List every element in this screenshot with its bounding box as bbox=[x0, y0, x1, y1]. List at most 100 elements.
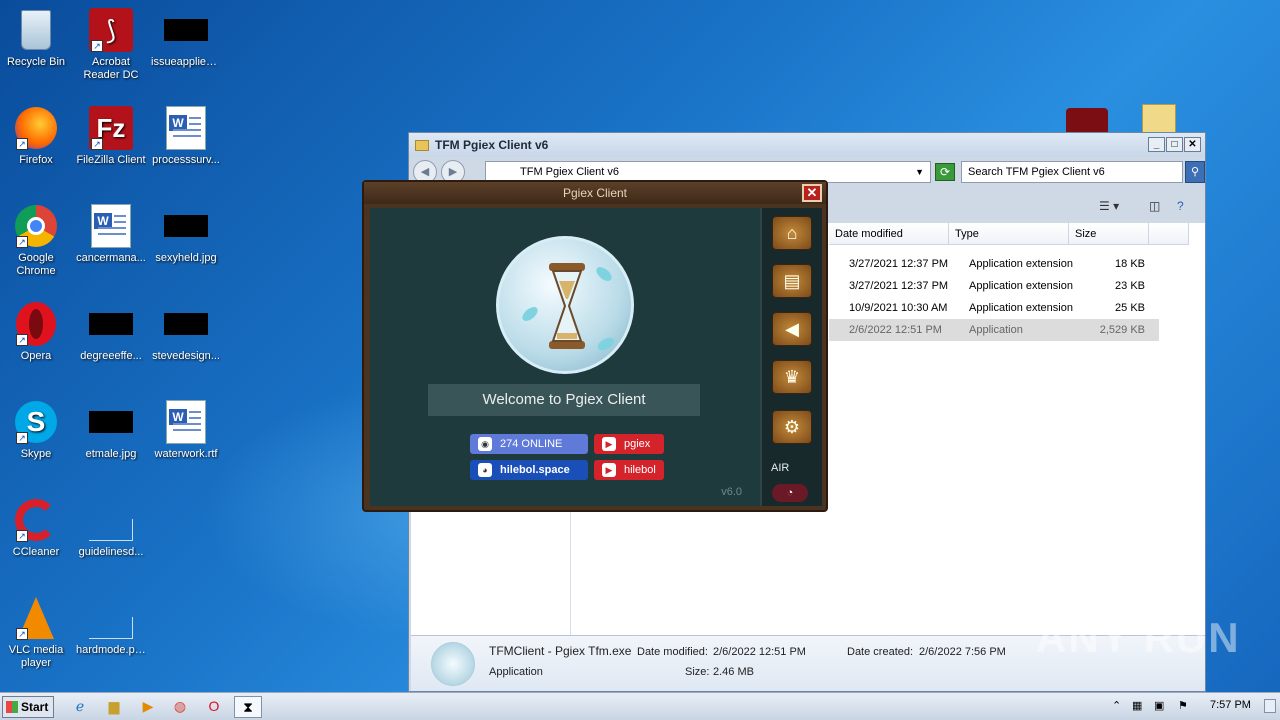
desktop-icon-filezilla[interactable]: Fz ↗ FileZilla Client bbox=[76, 106, 146, 167]
image-file-icon bbox=[164, 204, 208, 248]
youtube-pgiex-label: pgiex bbox=[624, 438, 651, 450]
window-controls: _ □ ✕ bbox=[1148, 137, 1201, 152]
book-icon[interactable]: ▤ bbox=[772, 264, 812, 298]
preview-pane-icon[interactable]: ◫ bbox=[1149, 199, 1160, 213]
desktop-icon-issueapplied[interactable]: issueapplied... bbox=[151, 8, 221, 69]
desktop-icon-guidelinesd[interactable]: guidelinesd... bbox=[76, 498, 146, 559]
column-type[interactable]: Type bbox=[949, 223, 1069, 245]
table-row-selected[interactable]: 2/6/2022 12:51 PM Application 2,529 KB bbox=[829, 319, 1159, 341]
view-options-icon[interactable]: ☰ ▾ bbox=[1099, 199, 1119, 213]
power-icon[interactable]: ▣ bbox=[1154, 699, 1164, 712]
cell-date: 10/9/2021 10:30 AM bbox=[849, 302, 948, 314]
folder-icon bbox=[415, 139, 429, 151]
column-date-modified[interactable]: Date modified bbox=[829, 223, 949, 245]
search-input[interactable]: Search TFM Pgiex Client v6 bbox=[961, 161, 1183, 183]
clock[interactable]: 7:57 PM bbox=[1210, 699, 1251, 711]
refresh-button[interactable]: ⟳ bbox=[935, 163, 955, 181]
desktop-icon-degreeeffe[interactable]: degreeeffe... bbox=[76, 302, 146, 363]
desktop-icon-label: cancermana... bbox=[76, 252, 146, 264]
close-button[interactable]: ✕ bbox=[802, 184, 822, 202]
chrome-taskbar-icon[interactable]: ◍ bbox=[166, 696, 194, 718]
cell-type: Application bbox=[969, 324, 1023, 336]
desktop-icon-vlc[interactable]: ↗ VLC media player bbox=[1, 596, 71, 670]
gear-icon[interactable]: ⚙ bbox=[772, 410, 812, 444]
desktop-icon-skype[interactable]: S ↗ Skype bbox=[1, 400, 71, 461]
desktop-icon-processsurv[interactable]: W processsurv... bbox=[151, 106, 221, 167]
details-created-label: Date created: bbox=[847, 646, 914, 658]
shortcut-arrow-icon: ↗ bbox=[16, 236, 28, 248]
search-icon[interactable]: ⚲ bbox=[1185, 161, 1205, 183]
media-player-taskbar-icon[interactable]: ▶ bbox=[134, 696, 162, 718]
desktop-icon-stevedesign[interactable]: stevedesign... bbox=[151, 302, 221, 363]
hourglass-logo bbox=[496, 236, 634, 374]
desktop-icon-hardmode[interactable]: hardmode.png bbox=[76, 596, 146, 657]
desktop-icon-waterwork[interactable]: W waterwork.rtf bbox=[151, 400, 221, 461]
start-button[interactable]: Start bbox=[2, 696, 54, 718]
desktop-icon-cancermana[interactable]: W cancermana... bbox=[76, 204, 146, 265]
explorer-taskbar-icon[interactable]: ▆ bbox=[100, 696, 128, 718]
pgiex-client-window[interactable]: Pgiex Client ✕ Welcome to Pgiex Client ◉… bbox=[362, 180, 828, 512]
close-button[interactable]: ✕ bbox=[1184, 137, 1201, 152]
website-button[interactable]: ◕ hilebol.space bbox=[470, 460, 588, 480]
details-filename: TFMClient - Pgiex Tfm.exe bbox=[489, 644, 632, 658]
shortcut-arrow-icon: ↗ bbox=[91, 138, 103, 150]
desktop-icon-chrome[interactable]: ↗ Google Chrome bbox=[1, 204, 71, 278]
desktop-icon-etmale[interactable]: etmale.jpg bbox=[76, 400, 146, 461]
file-icon bbox=[89, 498, 133, 542]
chevron-down-icon[interactable]: ▼ bbox=[915, 162, 924, 182]
desktop-icon-label: sexyheld.jpg bbox=[155, 252, 217, 264]
desktop-icon-firefox[interactable]: ↗ Firefox bbox=[1, 106, 71, 167]
windows-logo-icon bbox=[6, 701, 18, 713]
leaf-icon bbox=[519, 304, 541, 324]
discord-button[interactable]: ◉ 274 ONLINE bbox=[470, 434, 588, 454]
desktop-icon-acrobat[interactable]: ⟆ ↗ Acrobat Reader DC bbox=[76, 8, 146, 82]
network-icon[interactable]: ▦ bbox=[1132, 699, 1142, 712]
acrobat-window-icon bbox=[1066, 108, 1108, 134]
desktop-icon-opera[interactable]: ↗ Opera bbox=[1, 302, 71, 363]
table-row[interactable]: 3/27/2021 12:37 PM Application extension… bbox=[829, 253, 1145, 275]
desktop-icon-recycle-bin[interactable]: Recycle Bin bbox=[1, 8, 71, 69]
home-icon[interactable]: ⌂ bbox=[772, 216, 812, 250]
image-file-icon bbox=[89, 596, 133, 640]
youtube-hilebol-button[interactable]: ▶ hilebol bbox=[594, 460, 664, 480]
air-label: AIR bbox=[771, 462, 790, 474]
column-extra bbox=[1149, 223, 1189, 245]
file-icon bbox=[164, 302, 208, 346]
minimize-button[interactable]: _ bbox=[1148, 137, 1165, 152]
opera-taskbar-icon[interactable]: O bbox=[200, 696, 228, 718]
pgiex-titlebar[interactable]: Pgiex Client bbox=[364, 182, 826, 204]
explorer-title: TFM Pgiex Client v6 bbox=[435, 138, 549, 152]
acrobat-icon: ⟆ ↗ bbox=[89, 8, 133, 52]
pgiex-title: Pgiex Client bbox=[562, 186, 628, 200]
word-doc-icon: W bbox=[164, 106, 208, 150]
explorer-titlebar[interactable]: TFM Pgiex Client v6 bbox=[409, 133, 1205, 157]
cell-date: 3/27/2021 12:37 PM bbox=[849, 280, 949, 292]
discord-icon: ◉ bbox=[478, 437, 492, 451]
desktop-icon-label: processsurv... bbox=[152, 154, 220, 166]
hourglass-icon bbox=[431, 642, 475, 686]
maximize-button[interactable]: □ bbox=[1166, 137, 1183, 152]
megaphone-icon[interactable]: ◀ bbox=[772, 312, 812, 346]
show-desktop-button[interactable] bbox=[1264, 699, 1276, 713]
shortcut-arrow-icon: ↗ bbox=[16, 138, 28, 150]
crown-icon[interactable]: ♛ bbox=[772, 360, 812, 394]
desktop-icon-sexyheld[interactable]: sexyheld.jpg bbox=[151, 204, 221, 265]
file-icon bbox=[89, 302, 133, 346]
air-toggle[interactable]: ◔ bbox=[772, 484, 808, 502]
welcome-banner: Welcome to Pgiex Client bbox=[428, 384, 700, 416]
table-row[interactable]: 3/27/2021 12:37 PM Application extension… bbox=[829, 275, 1145, 297]
youtube-pgiex-button[interactable]: ▶ pgiex bbox=[594, 434, 664, 454]
website-icon: ◕ bbox=[478, 463, 492, 477]
cell-date: 2/6/2022 12:51 PM bbox=[849, 324, 942, 336]
desktop-icon-label: Acrobat bbox=[92, 56, 130, 68]
table-row[interactable]: 10/9/2021 10:30 AM Application extension… bbox=[829, 297, 1145, 319]
ie-taskbar-icon[interactable]: ℯ bbox=[66, 696, 94, 718]
pgiex-taskbar-icon[interactable]: ⧗ bbox=[234, 696, 262, 718]
desktop-icon-label: CCleaner bbox=[12, 546, 60, 558]
column-size[interactable]: Size bbox=[1069, 223, 1149, 245]
filezilla-icon: Fz ↗ bbox=[89, 106, 133, 150]
help-icon[interactable]: ? bbox=[1177, 199, 1184, 213]
flag-icon[interactable]: ⚑ bbox=[1178, 699, 1188, 712]
show-hidden-icons[interactable]: ⌃ bbox=[1112, 699, 1121, 712]
desktop-icon-ccleaner[interactable]: ↗ CCleaner bbox=[1, 498, 71, 559]
